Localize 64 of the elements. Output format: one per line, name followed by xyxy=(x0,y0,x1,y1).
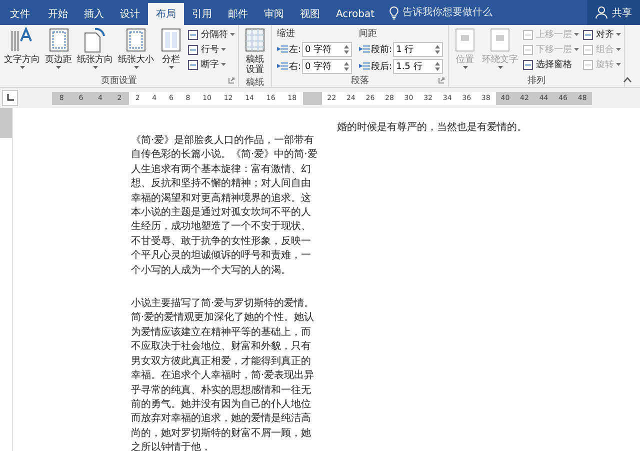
command-icon xyxy=(522,58,534,70)
spin-arrows-icon[interactable] xyxy=(344,62,350,71)
command-icon xyxy=(522,44,534,56)
tell-me-field[interactable]: 告诉我你想要做什么 xyxy=(402,7,513,18)
ribbon-button[interactable]: 纸张大小 xyxy=(116,27,156,73)
spin-field[interactable]: 0 字符 xyxy=(302,42,352,57)
field-label: 段前: xyxy=(371,44,392,56)
dialog-launcher-icon[interactable] xyxy=(438,77,446,84)
ribbon-tab[interactable]: 引用 xyxy=(184,3,220,25)
ribbon-button[interactable]: 断字 xyxy=(186,57,236,72)
spin-arrows-icon[interactable] xyxy=(344,45,350,54)
group-label: 段落 xyxy=(351,74,370,87)
ribbon-tab[interactable]: 设计 xyxy=(112,3,148,25)
command-icon xyxy=(582,44,594,56)
tab-stop-icon xyxy=(6,94,14,102)
dialog-launcher-icon[interactable] xyxy=(228,77,235,84)
indent-icon xyxy=(359,62,370,71)
command-icon xyxy=(582,28,594,40)
spin-arrows-icon[interactable] xyxy=(435,45,440,54)
indent-icon xyxy=(277,62,288,71)
ribbon-button[interactable]: 页边距 xyxy=(43,27,74,73)
ribbon-button[interactable]: 选择窗格 xyxy=(521,57,580,72)
ribbon-tab[interactable]: 视图 xyxy=(292,3,328,25)
ribbon-tab[interactable]: Acrobat xyxy=(328,3,383,25)
text-direction-icon xyxy=(10,27,34,53)
tab-stop-selector[interactable] xyxy=(2,90,18,106)
command-icon xyxy=(187,28,199,40)
field-label: 左: xyxy=(289,44,302,56)
group-label: 稿纸 xyxy=(246,76,264,89)
paragraph: 《简·爱》是部脍炙人口的作品，一部带有自传色彩的长篇小说。《简·爱》中的简·爱人生追求有两个基本旋律：富有激情、幻想、反抗和坚持不懈的精神；对人间自由幸福的渴望和对更高精神境界的追求。这本小说的主题是通过对孤女坎坷不平的人生经历，成功地塑造了一个不安于现状、不甘受辱、敢于抗争的女性形象，反映一个平凡心灵的坦诚倾诉的呼号和责难，一个小写的人成为一个大写的人的渴。 xyxy=(131,134,318,278)
command-icon xyxy=(187,58,199,70)
indent-icon xyxy=(277,45,288,54)
ribbon-button[interactable]: 纸张方向 xyxy=(75,27,115,73)
paragraph: 婚的时候是有尊严的，当然也是有爱情的。 xyxy=(337,121,528,135)
indent-icon xyxy=(359,45,370,54)
spin-arrows-icon[interactable] xyxy=(435,62,440,71)
lightbulb-icon xyxy=(388,6,399,20)
ribbon-tab[interactable]: 邮件 xyxy=(220,3,256,25)
ribbon-tab[interactable]: 审阅 xyxy=(256,3,292,25)
spin-field[interactable]: 0 字符 xyxy=(302,59,352,74)
spin-field[interactable]: 1.5 行 xyxy=(393,59,444,74)
collapse-ribbon-icon[interactable] xyxy=(623,77,632,83)
field-label: 右: xyxy=(289,60,302,73)
command-icon xyxy=(582,58,594,70)
ribbon-button[interactable]: 分栏 xyxy=(157,27,185,73)
ribbon-button[interactable]: 行号 xyxy=(186,42,236,57)
person-icon xyxy=(595,6,608,19)
ribbon-tab[interactable]: 文件 xyxy=(0,3,40,25)
group-label: 页面设置 xyxy=(101,74,137,86)
ribbon-button[interactable]: 对齐 xyxy=(581,27,622,42)
group-label: 排列 xyxy=(528,74,546,86)
section-label: 缩进 xyxy=(277,28,296,40)
command-icon xyxy=(522,28,534,40)
share-button[interactable]: 共享 xyxy=(587,0,640,25)
spin-field[interactable]: 1 行 xyxy=(393,42,444,57)
field-label: 段后: xyxy=(371,60,392,73)
ribbon-button[interactable]: 分隔符 xyxy=(186,27,236,42)
command-icon xyxy=(187,44,199,56)
ribbon-button[interactable]: 文字方向 xyxy=(2,27,42,73)
ribbon-tab[interactable]: 开始 xyxy=(40,3,76,25)
section-label: 间距 xyxy=(359,28,378,40)
ribbon-tab[interactable]: 插入 xyxy=(76,3,112,25)
ribbon-tab[interactable]: 布局 xyxy=(148,3,184,25)
ribbon-button[interactable]: 稿纸设置 xyxy=(241,27,269,76)
